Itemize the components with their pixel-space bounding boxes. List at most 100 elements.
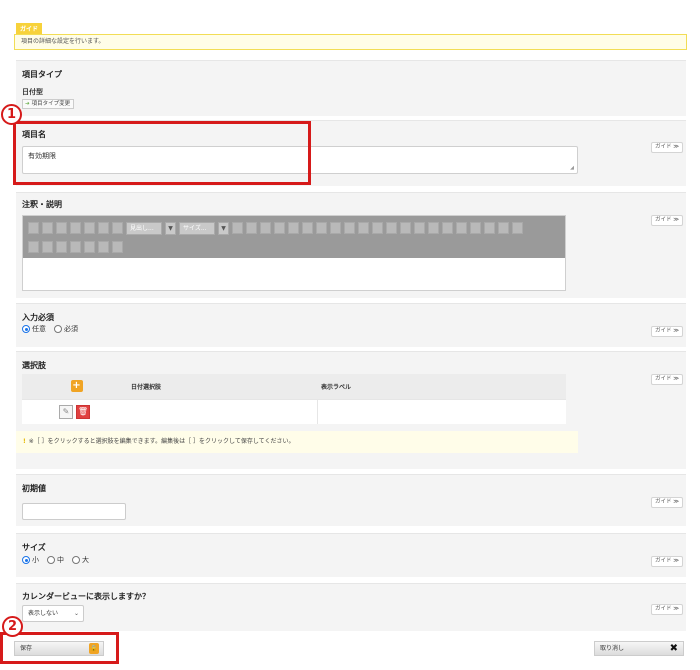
format-dropdown-icon[interactable]: ▼ <box>165 221 176 235</box>
callout-number-2: 2 <box>2 616 23 637</box>
help-icon[interactable] <box>112 241 123 253</box>
section-notes: 注釈・説明 ガイド ≫ 見出し... ▼ サイズ... ▼ <box>16 192 686 298</box>
file-icon[interactable] <box>274 222 285 234</box>
initial-value-title: 初期値 <box>22 484 46 493</box>
choices-title: 選択肢 <box>22 361 46 370</box>
table-merge-icon[interactable] <box>372 222 383 234</box>
source-icon[interactable] <box>28 241 39 253</box>
required-option-label: 必須 <box>64 325 78 333</box>
size-option-large[interactable]: 大 <box>72 555 89 565</box>
choices-column-date: 日付選択肢 <box>127 374 317 399</box>
preview-icon[interactable] <box>84 241 95 253</box>
image-icon[interactable] <box>232 222 243 234</box>
copy-icon[interactable] <box>288 222 299 234</box>
guide-text: 項目の詳細な設定を行います。 <box>14 34 687 50</box>
brush-icon[interactable] <box>42 222 53 234</box>
table-delete-icon[interactable] <box>400 222 411 234</box>
trash-icon[interactable]: 🗑 <box>76 404 90 419</box>
callout-number-1: 1 <box>1 104 22 125</box>
align-center-icon[interactable] <box>428 222 439 234</box>
size-option-label: 中 <box>57 556 64 564</box>
align-right-icon[interactable] <box>442 222 453 234</box>
align-left-icon[interactable] <box>414 222 425 234</box>
outdent-icon[interactable] <box>470 222 481 234</box>
link-icon[interactable] <box>246 222 257 234</box>
change-item-type-button[interactable]: ➜ 項目タイプ変更 <box>22 99 75 109</box>
ordered-list-icon[interactable] <box>84 222 95 234</box>
table-col-icon[interactable] <box>358 222 369 234</box>
chat-icon[interactable] <box>302 222 313 234</box>
required-option-required[interactable]: 必須 <box>54 324 78 334</box>
undo-icon[interactable] <box>56 241 67 253</box>
size-dropdown-icon[interactable]: ▼ <box>218 221 229 235</box>
resize-handle-icon[interactable]: ◢ <box>570 165 574 171</box>
choices-note: ! ※［ ］をクリックすると選択肢を編集できます。編集後は［ ］をクリックして保存… <box>16 431 578 453</box>
cancel-button[interactable]: 取り消し ✖ <box>594 641 684 656</box>
redo-icon[interactable] <box>70 241 81 253</box>
chevron-down-icon: ⌄ <box>73 610 79 617</box>
size-radio-group: 小 中 大 <box>22 555 93 565</box>
indent-icon[interactable] <box>456 222 467 234</box>
choices-note-text: ※［ ］をクリックすると選択肢を編集できます。編集後は［ ］をクリックして保存し… <box>28 438 295 445</box>
quote-icon[interactable] <box>98 222 109 234</box>
table-icon[interactable] <box>330 222 341 234</box>
guide-panel: ガイド 項目の詳細な設定を行います。 <box>14 23 687 50</box>
size-title: サイズ <box>22 543 46 552</box>
radio-icon[interactable] <box>54 325 62 333</box>
guide-tag: ガイド <box>16 23 43 34</box>
table-row-icon[interactable] <box>344 222 355 234</box>
guide-button-required[interactable]: ガイド ≫ <box>651 326 683 337</box>
section-item-type: 項目タイプ 日付型 ➜ 項目タイプ変更 <box>16 60 686 116</box>
lightbulb-icon: ! <box>23 438 26 445</box>
calendar-select[interactable]: 表示しない ⌄ <box>22 605 84 622</box>
paste-icon[interactable] <box>56 222 67 234</box>
section-required: 入力必須 任意 必須 ガイド ≫ <box>16 303 686 347</box>
required-title: 入力必須 <box>22 313 54 322</box>
format-select[interactable]: 見出し... <box>126 221 162 235</box>
hr-icon[interactable] <box>484 222 495 234</box>
pencil-icon[interactable]: ✎ <box>59 404 73 419</box>
highlight-icon[interactable] <box>112 222 123 234</box>
size-option-medium[interactable]: 中 <box>47 555 64 565</box>
cancel-label: 取り消し <box>600 645 625 652</box>
guide-button-size[interactable]: ガイド ≫ <box>651 556 683 567</box>
choices-table: + 日付選択肢 表示ラベル ✎ 🗑 <box>22 374 566 424</box>
guide-button-choices[interactable]: ガイド ≫ <box>651 374 683 385</box>
section-choices: 選択肢 ガイド ≫ + 日付選択肢 表示ラベル ✎ 🗑 ! ※［ ］をクリックすると… <box>16 351 686 469</box>
unordered-list-icon[interactable] <box>70 222 81 234</box>
subscript-icon[interactable] <box>498 222 509 234</box>
item-type-title: 項目タイプ <box>22 70 62 79</box>
section-calendar: カレンダービューに表示しますか？ 表示しない ⌄ ガイド ≫ <box>16 583 686 631</box>
rich-text-editor: 見出し... ▼ サイズ... ▼ <box>22 215 566 291</box>
radio-selected-icon[interactable] <box>22 556 30 564</box>
editor-toolbar: 見出し... ▼ サイズ... ▼ <box>23 216 565 258</box>
required-radio-group: 任意 必須 <box>22 324 82 334</box>
bold-icon[interactable] <box>28 222 39 234</box>
size-option-small[interactable]: 小 <box>22 555 39 565</box>
size-option-label: 小 <box>32 556 39 564</box>
required-option-optional[interactable]: 任意 <box>22 324 46 334</box>
calendar-title: カレンダービューに表示しますか？ <box>22 592 150 601</box>
unlink-icon[interactable] <box>260 222 271 234</box>
radio-icon[interactable] <box>72 556 80 564</box>
guide-button-calendar[interactable]: ガイド ≫ <box>651 604 683 615</box>
radio-selected-icon[interactable] <box>22 325 30 333</box>
clear-format-icon[interactable] <box>42 241 53 253</box>
guide-button-notes[interactable]: ガイド ≫ <box>651 215 683 226</box>
initial-value-input[interactable] <box>22 503 126 520</box>
table-split-icon[interactable] <box>386 222 397 234</box>
change-item-type-label: 項目タイプ変更 <box>31 101 71 107</box>
folder-icon[interactable] <box>316 222 327 234</box>
section-size: サイズ 小 中 大 ガイド ≫ <box>16 533 686 577</box>
guide-button-item-name[interactable]: ガイド ≫ <box>651 142 683 153</box>
item-type-value: 日付型 <box>22 88 43 96</box>
radio-icon[interactable] <box>47 556 55 564</box>
size-option-label: 大 <box>82 556 89 564</box>
section-initial-value: 初期値 ガイド ≫ <box>16 474 686 526</box>
add-choice-icon[interactable]: + <box>70 380 83 393</box>
document-icon[interactable] <box>98 241 109 253</box>
superscript-icon[interactable] <box>512 222 523 234</box>
close-icon: ✖ <box>669 643 678 654</box>
guide-button-initial-value[interactable]: ガイド ≫ <box>651 497 683 508</box>
size-select[interactable]: サイズ... <box>179 221 215 235</box>
